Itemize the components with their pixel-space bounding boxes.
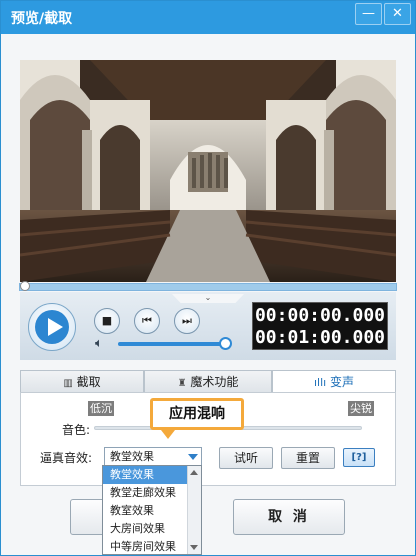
tab-label: 魔术功能 xyxy=(190,375,239,389)
cancel-button[interactable]: 取 消 xyxy=(233,499,345,535)
help-button[interactable]: [?] xyxy=(343,448,375,467)
chevron-down-icon[interactable] xyxy=(188,454,198,460)
voice-wave-icon: ıllı xyxy=(313,376,327,389)
collapse-chevron-icon[interactable]: ⌄ xyxy=(172,294,244,303)
effect-dropdown-list: 教堂效果 教堂走廊效果 教室效果 大房间效果 中等房间效果 xyxy=(102,465,202,555)
play-icon xyxy=(48,318,63,336)
previous-frame-button[interactable]: ⏮ xyxy=(134,308,160,334)
stop-button[interactable]: ■ xyxy=(94,308,120,334)
tab-magic[interactable]: ♜ 魔术功能 xyxy=(144,370,272,393)
listen-button[interactable]: 试听 xyxy=(219,447,273,469)
crop-icon: ▥ xyxy=(63,378,73,389)
volume-level xyxy=(118,342,223,346)
speaker-icon[interactable]: 🔈︎ xyxy=(95,336,103,351)
low-pitch-tag: 低沉 xyxy=(88,401,114,416)
tab-voice-change[interactable]: ıllı 变声 xyxy=(272,370,396,393)
reset-button[interactable]: 重置 xyxy=(281,447,335,469)
window-title: 预览/截取 xyxy=(11,11,73,27)
video-preview xyxy=(20,60,396,282)
magic-hat-icon: ♜ xyxy=(177,378,187,389)
volume-handle[interactable] xyxy=(219,337,232,350)
minimize-button[interactable]: — xyxy=(355,3,382,25)
scroll-down-icon[interactable] xyxy=(190,545,198,550)
high-pitch-tag: 尖锐 xyxy=(348,401,374,416)
effect-option[interactable]: 中等房间效果 xyxy=(103,538,189,554)
effect-option[interactable]: 教堂效果 xyxy=(103,466,189,484)
tab-label: 变声 xyxy=(330,375,355,389)
seek-bar[interactable] xyxy=(19,283,397,291)
close-button[interactable]: ✕ xyxy=(384,3,411,25)
effect-option[interactable]: 教室效果 xyxy=(103,502,189,520)
church-interior-image xyxy=(20,60,396,282)
time-display: 00:00:00.000 00:01:00.000 xyxy=(252,302,388,350)
next-frame-button[interactable]: ⏭ xyxy=(174,308,200,334)
callout-arrow xyxy=(161,430,175,439)
effect-option[interactable]: 大房间效果 xyxy=(103,520,189,538)
tab-label: 截取 xyxy=(76,375,101,389)
effect-label: 逼真音效: xyxy=(40,451,93,465)
seek-handle[interactable] xyxy=(20,281,30,291)
tab-bar: ▥ 截取 ♜ 魔术功能 ıllı 变声 xyxy=(20,370,396,393)
apply-reverb-callout: 应用混响 xyxy=(150,398,244,430)
total-time: 00:01:00.000 xyxy=(254,327,386,348)
scroll-up-icon[interactable] xyxy=(190,470,198,475)
pitch-label: 音色: xyxy=(62,423,91,437)
title-bar: 预览/截取 — ✕ xyxy=(1,1,415,34)
dropdown-scrollbar[interactable] xyxy=(187,466,201,554)
effect-option[interactable]: 教堂走廊效果 xyxy=(103,484,189,502)
tab-trim[interactable]: ▥ 截取 xyxy=(20,370,144,393)
current-time: 00:00:00.000 xyxy=(254,305,386,326)
